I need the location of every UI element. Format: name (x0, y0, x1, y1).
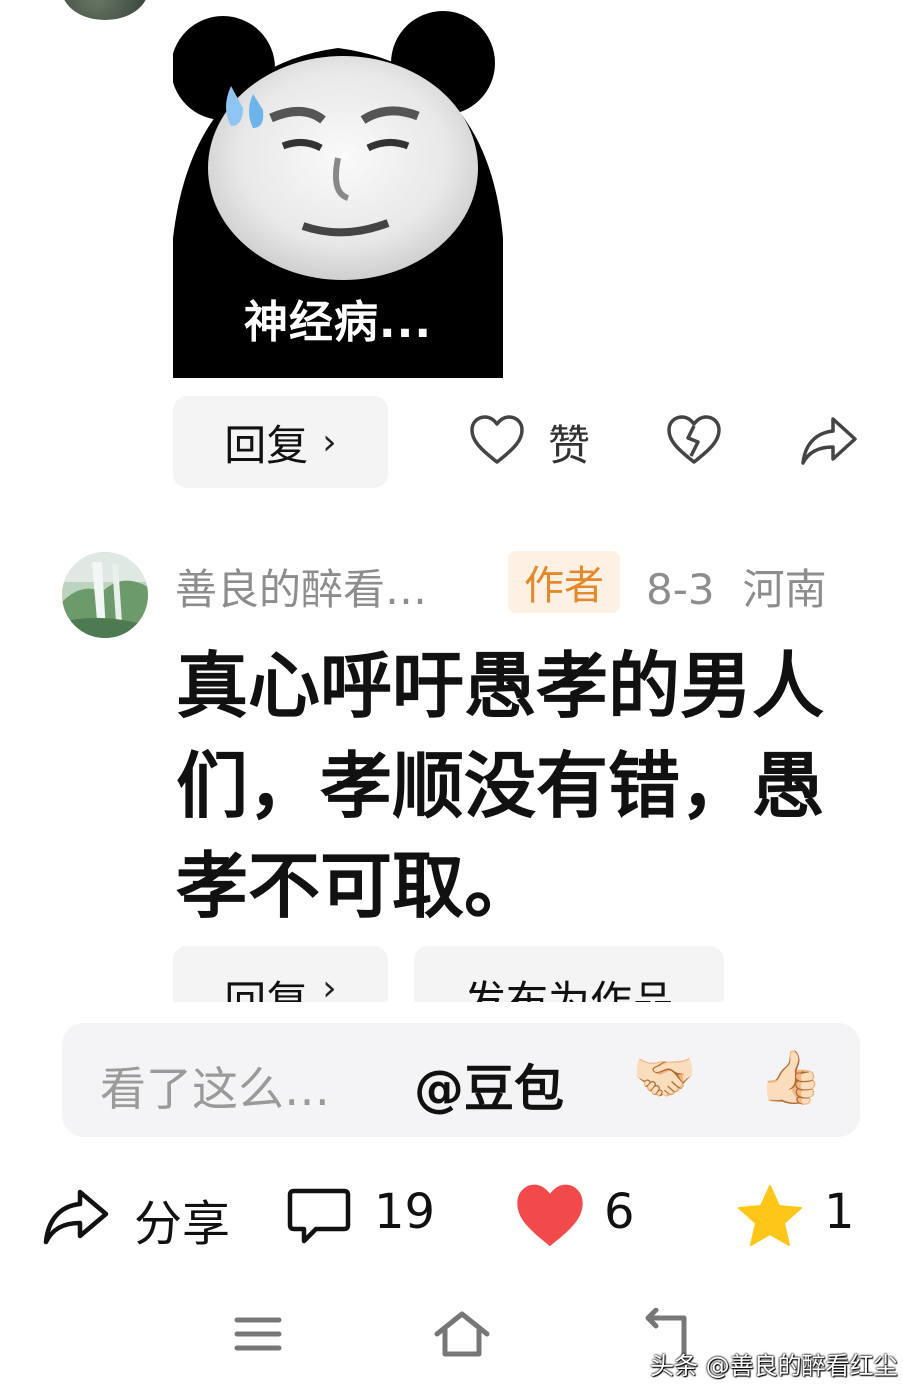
author-badge: 作者 (508, 551, 620, 613)
reply-button[interactable]: 回复 › (173, 946, 388, 1002)
meme-caption: 神经病... (243, 297, 433, 348)
previous-user-avatar[interactable] (62, 0, 148, 20)
comment-actions-row: 回复 › 发布为作品 (0, 940, 903, 1002)
like-label[interactable]: 赞 (548, 412, 590, 473)
comment-meta: 8-3 河南 (646, 556, 827, 617)
publish-as-work-button[interactable]: 发布为作品 (414, 946, 724, 1002)
user-avatar[interactable] (62, 552, 148, 638)
comment-input-placeholder[interactable]: 看了这么… (100, 1053, 330, 1119)
reply-label: 回复 (224, 420, 309, 470)
comment-text: 真心呼吁愚孝的男人们，孝顺没有错，愚孝不可取。 (176, 644, 825, 928)
share-icon[interactable] (40, 1176, 112, 1256)
meme-sticker-image[interactable]: 神经病... (171, 8, 503, 378)
comment-date: 8-3 (646, 565, 715, 614)
comment-count: 19 (374, 1184, 436, 1240)
publish-label: 发布为作品 (463, 977, 674, 1002)
comment-input-bar[interactable]: 看了这么… @豆包 🤝🏻 👍🏻 (62, 1023, 860, 1137)
share-arrow-icon[interactable] (798, 412, 860, 470)
comment-icon[interactable] (284, 1176, 354, 1256)
handshake-emoji-button[interactable]: 🤝🏻 (632, 1047, 697, 1108)
star-filled-icon[interactable] (734, 1176, 806, 1256)
home-icon[interactable] (430, 1306, 494, 1362)
thumbs-up-emoji-button[interactable]: 👍🏻 (758, 1047, 823, 1108)
username[interactable]: 善良的醉看… (175, 556, 427, 617)
broken-heart-icon[interactable] (664, 410, 724, 470)
mention-doubao-button[interactable]: @豆包 (414, 1049, 564, 1121)
favorite-count: 1 (824, 1184, 855, 1240)
heart-filled-icon[interactable] (510, 1176, 590, 1256)
menu-icon[interactable] (230, 1306, 286, 1362)
comment-location: 河南 (742, 565, 827, 614)
watermark: 头条 @善良的醉看红尘 (650, 1352, 898, 1380)
share-label[interactable]: 分享 (134, 1184, 230, 1254)
reply-label: 回复 (224, 977, 309, 1002)
chevron-right-icon: › (322, 968, 337, 1002)
heart-outline-icon[interactable] (468, 410, 526, 470)
like-count: 6 (604, 1184, 635, 1240)
reply-button[interactable]: 回复 › (173, 396, 388, 488)
chevron-right-icon: › (322, 421, 337, 463)
